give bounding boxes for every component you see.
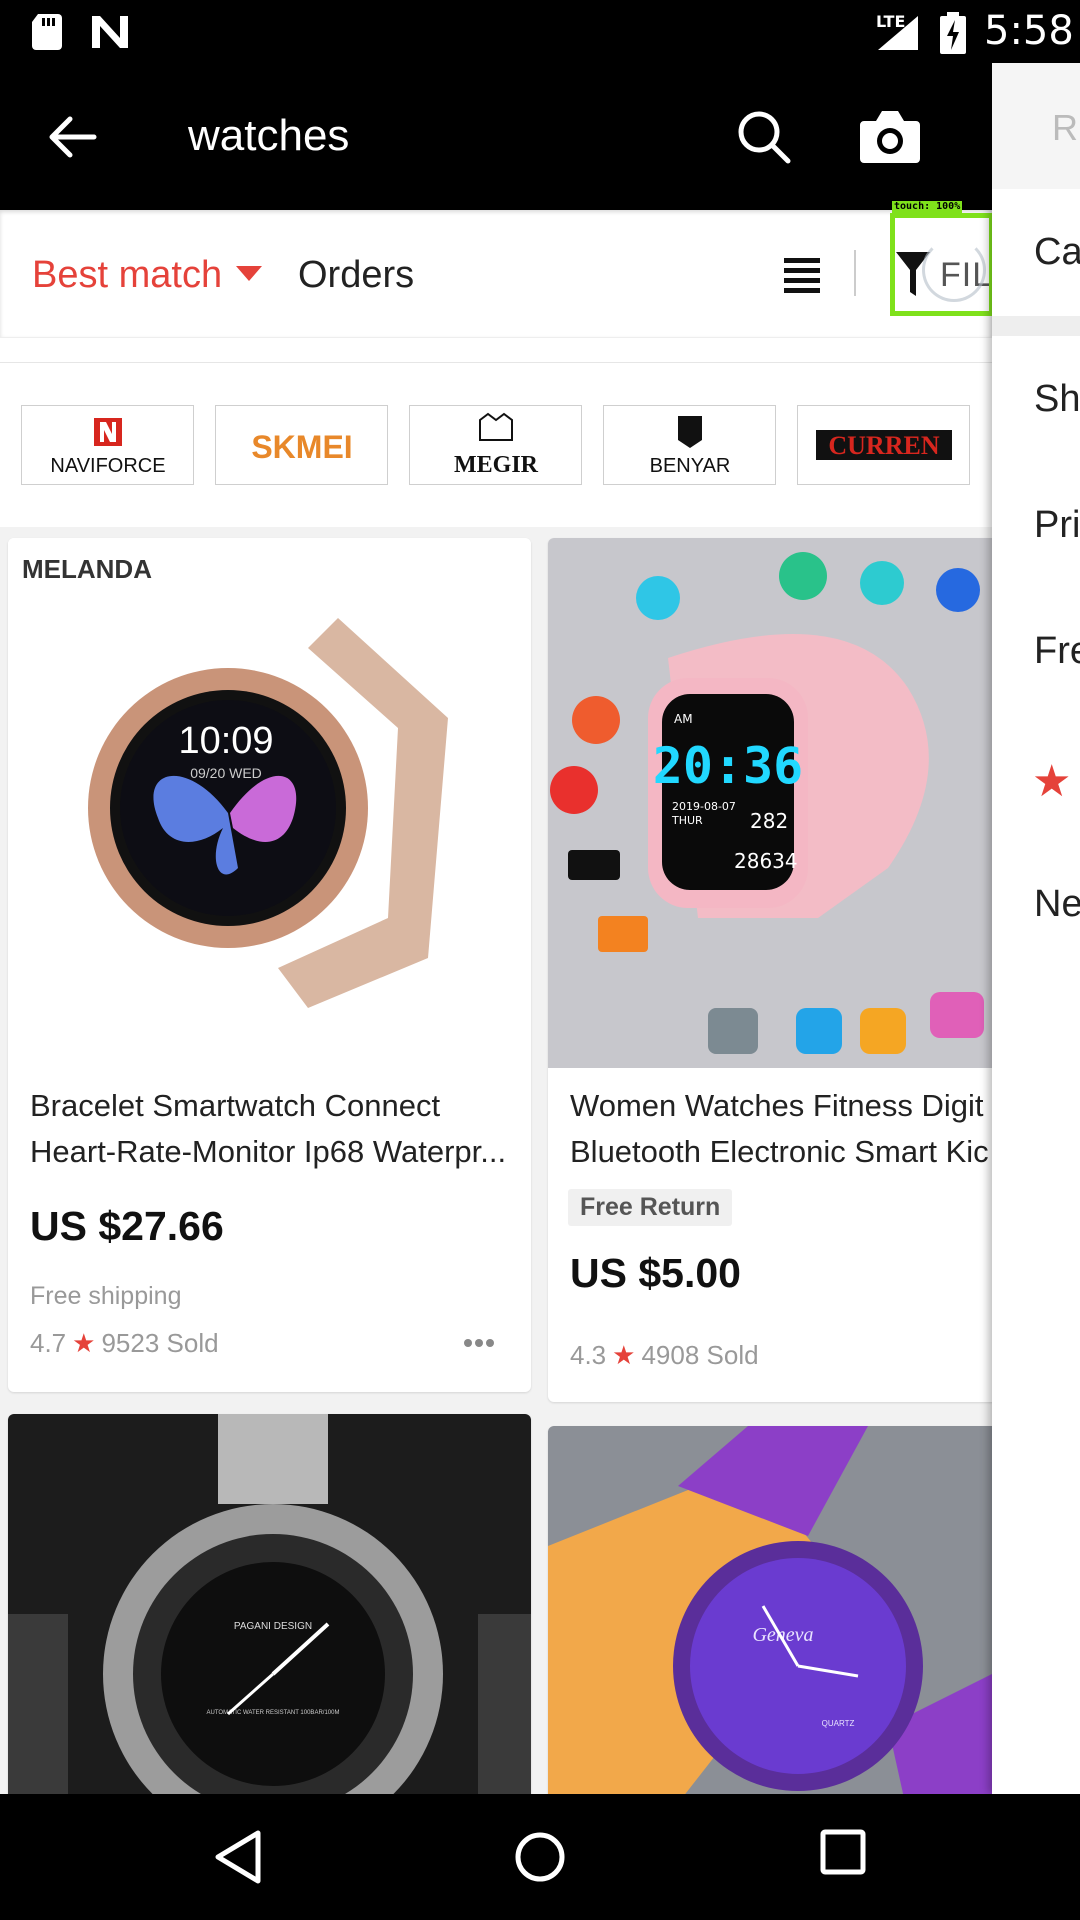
touch-indicator-box (890, 213, 994, 316)
camera-icon[interactable] (858, 107, 922, 165)
sort-best-match-tab[interactable]: Best match (32, 254, 222, 297)
brand-benyar[interactable]: BENYAR (603, 405, 776, 485)
naviforce-logo: NAVIFORCE (50, 418, 165, 477)
filter-rating-star-icon[interactable]: ★ (1032, 756, 1071, 807)
search-app-bar: watches (0, 63, 992, 210)
svg-text:2019-08-07: 2019-08-07 (672, 800, 736, 813)
more-options-icon[interactable] (463, 1338, 495, 1348)
product-meta: 4.3 ★ 4908 Sold (570, 1340, 759, 1371)
svg-text:10:09: 10:09 (178, 720, 273, 762)
svg-text:QUARTZ: QUARTZ (822, 1719, 855, 1728)
filter-price-item[interactable]: Pri (1034, 504, 1080, 547)
product-price: US $27.66 (30, 1203, 224, 1249)
back-arrow-icon[interactable] (44, 109, 100, 165)
battery-charging-icon (940, 12, 966, 54)
product-card[interactable]: AM 20:36 2019-08-07 THUR 282 28634 Women… (548, 538, 1008, 1402)
system-navigation-bar (0, 1794, 1080, 1920)
filter-reset-button[interactable]: RI (1052, 107, 1080, 149)
status-bar: LTE 5:58 (0, 0, 1080, 63)
svg-text:AUTOMATIC WATER RESISTANT 100B: AUTOMATIC WATER RESISTANT 100BAR/100M (207, 1710, 340, 1716)
filter-drawer-header: RI (992, 63, 1080, 189)
filter-section-divider (992, 316, 1080, 336)
brand-naviforce[interactable]: NAVIFORCE (21, 405, 194, 485)
product-title-line-2: Heart-Rate-Monitor Ip68 Waterpr... (30, 1134, 507, 1169)
free-return-badge: Free Return (568, 1189, 733, 1226)
nav-recents-icon[interactable] (820, 1829, 866, 1875)
product-price: US $5.00 (570, 1250, 741, 1296)
product-card[interactable]: PAGANI DESIGN AUTOMATIC WATER RESISTANT … (8, 1414, 531, 1814)
nav-home-icon[interactable] (514, 1829, 566, 1885)
search-icon[interactable] (734, 107, 794, 167)
product-shipping: Free shipping (30, 1282, 182, 1310)
svg-text:NAVIFORCE: NAVIFORCE (50, 455, 165, 477)
svg-text:CURREN: CURREN (828, 431, 939, 460)
skmei-logo: SKMEI (251, 429, 352, 465)
svg-text:THUR: THUR (671, 814, 703, 827)
search-query-field[interactable]: watches (188, 111, 349, 161)
brand-skmei[interactable]: SKMEI (215, 405, 388, 485)
touch-indicator-label: touch: 100% (892, 201, 963, 213)
svg-text:MEGIR: MEGIR (454, 452, 539, 478)
svg-text:BENYAR: BENYAR (649, 455, 730, 477)
product-title-line-1: Women Watches Fitness Digit (570, 1088, 984, 1123)
filter-category-item[interactable]: Cat (1034, 231, 1080, 274)
star-icon: ★ (72, 1328, 96, 1358)
product-rating: 4.3 (570, 1340, 607, 1370)
product-title-line-1: Bracelet Smartwatch Connect (30, 1088, 441, 1123)
svg-text:28634: 28634 (734, 849, 798, 873)
product-image: Geneva QUARTZ (548, 1426, 1008, 1816)
n-notification-icon (92, 16, 128, 48)
svg-text:282: 282 (750, 809, 788, 833)
benyar-logo: BENYAR (649, 416, 730, 477)
product-title: Women Watches Fitness Digit Bluetooth El… (570, 1083, 990, 1175)
svg-text:AM: AM (674, 712, 693, 726)
product-sold-count: 4908 Sold (641, 1340, 759, 1370)
product-image: MELANDA 10:09 09/20 WED (8, 538, 531, 1058)
product-image: AM 20:36 2019-08-07 THUR 282 28634 (548, 538, 1008, 1068)
megir-logo: MEGIR (454, 412, 539, 478)
product-image: PAGANI DESIGN AUTOMATIC WATER RESISTANT … (8, 1414, 531, 1814)
list-view-icon[interactable] (784, 256, 820, 294)
sd-card-icon (32, 14, 62, 50)
product-meta: 4.7 ★ 9523 Sold (30, 1328, 219, 1359)
caret-down-icon[interactable] (236, 266, 262, 282)
product-card[interactable]: Geneva QUARTZ (548, 1426, 1008, 1816)
product-title: Bracelet Smartwatch Connect Heart-Rate-M… (30, 1083, 510, 1175)
product-card[interactable]: MELANDA 10:09 09/20 WED Bracelet Smartwa… (8, 538, 531, 1392)
brand-megir[interactable]: MEGIR (409, 405, 582, 485)
svg-text:PAGANI DESIGN: PAGANI DESIGN (234, 1621, 312, 1632)
brand-curren[interactable]: CURREN (797, 405, 970, 485)
status-clock: 5:58 (984, 8, 1074, 54)
filter-free-item[interactable]: Fre (1034, 630, 1080, 673)
svg-text:SKMEI: SKMEI (251, 429, 352, 465)
filter-shipping-item[interactable]: Shi (1034, 378, 1080, 421)
svg-text:20:36: 20:36 (653, 737, 804, 795)
filter-new-item[interactable]: Ne (1034, 883, 1080, 926)
star-icon: ★ (612, 1340, 636, 1370)
product-sold-count: 9523 Sold (101, 1328, 219, 1358)
nav-back-icon[interactable] (212, 1829, 264, 1885)
sort-bar: Best match Orders FILT (0, 210, 1010, 338)
filter-drawer: RI Cat Shi Pri Fre ★ Ne (992, 63, 1080, 1794)
brand-strip: NAVIFORCE SKMEI MEGIR BENYAR CURREN (0, 362, 992, 527)
svg-text:09/20 WED: 09/20 WED (190, 765, 262, 781)
signal-icon (878, 16, 918, 50)
sort-orders-tab[interactable]: Orders (298, 254, 414, 297)
product-rating: 4.7 (30, 1328, 67, 1358)
svg-text:MELANDA: MELANDA (22, 554, 152, 584)
product-title-line-2: Bluetooth Electronic Smart Kic (570, 1134, 989, 1169)
sort-bar-divider (854, 250, 856, 296)
curren-logo: CURREN (815, 430, 952, 460)
